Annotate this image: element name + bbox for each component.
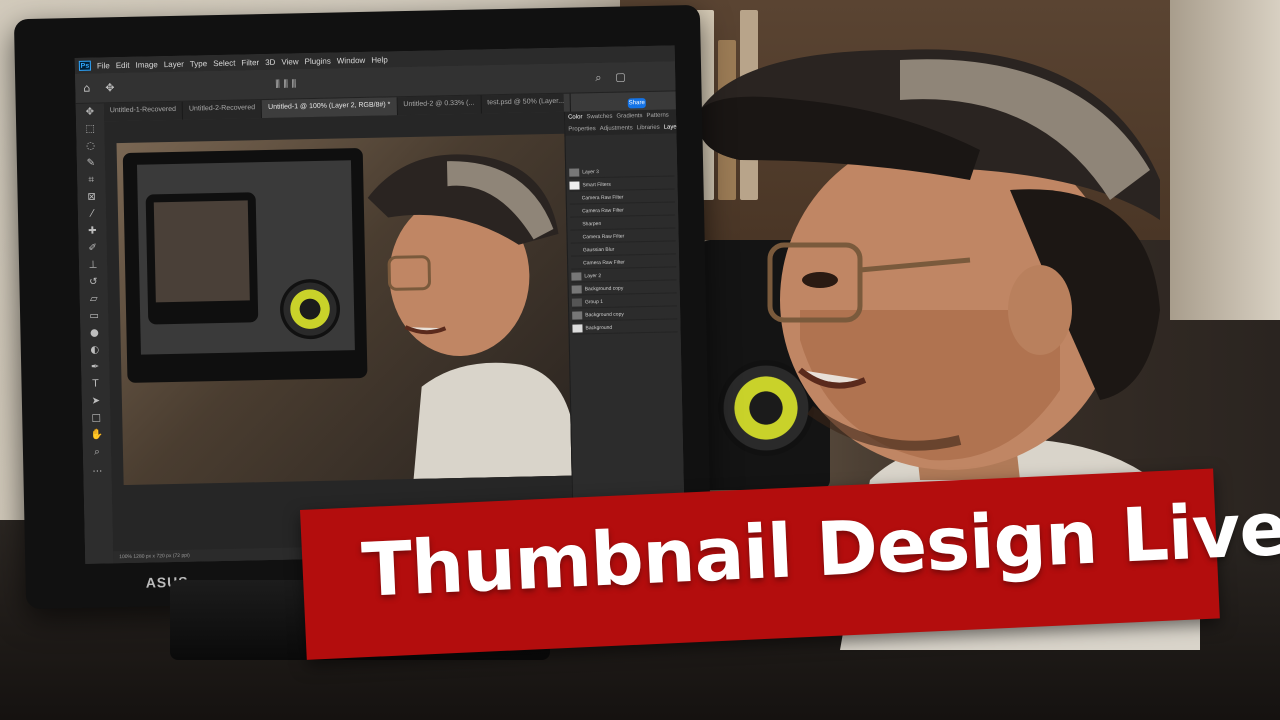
frame-tool-icon[interactable]: ⊠ — [77, 188, 105, 206]
layer-name: Background copy — [585, 311, 624, 318]
menu-window[interactable]: Window — [337, 55, 366, 65]
layer-row[interactable]: Background — [572, 320, 678, 335]
layer-name: Background — [585, 324, 613, 331]
layers-list: Layer 3 Smart Filters Camera Raw Filter … — [566, 164, 680, 335]
canvas-area — [104, 111, 574, 564]
layer-row[interactable]: Gaussian Blur — [570, 242, 676, 257]
menu-file[interactable]: File — [97, 61, 110, 70]
layer-row[interactable]: Layer 3 — [569, 164, 675, 179]
layer-name: Gaussian Blur — [582, 246, 615, 253]
layer-row[interactable]: Camera Raw Filter — [569, 190, 675, 205]
tab-libraries[interactable]: Libraries — [637, 125, 660, 131]
nested-monitor — [122, 147, 368, 383]
layer-thumbnail — [569, 167, 580, 177]
layer-name: Camera Raw Filter — [583, 259, 625, 266]
layer-thumbnail — [572, 310, 583, 320]
brush-icon[interactable]: ✐ — [79, 239, 107, 257]
text-tool-icon[interactable]: T — [81, 375, 109, 393]
hand-tool-icon[interactable]: ✋ — [82, 426, 110, 444]
shape-tool-icon[interactable]: □ — [82, 409, 110, 427]
tab-document[interactable]: Untitled-2-Recovered — [182, 100, 263, 120]
layer-thumbnail — [571, 284, 582, 294]
history-brush-icon[interactable]: ↺ — [79, 273, 107, 291]
menu-view[interactable]: View — [281, 57, 298, 66]
move-tool-icon[interactable]: ✥ — [105, 81, 114, 94]
layer-thumbnail — [572, 323, 583, 333]
tab-swatches[interactable]: Swatches — [586, 114, 612, 121]
more-tools-icon[interactable]: … — [83, 460, 111, 478]
layer-name: Layer 2 — [584, 272, 602, 279]
canvas-person — [367, 154, 572, 479]
dodge-tool-icon[interactable]: ◐ — [81, 341, 109, 359]
layer-row[interactable]: Sharpen — [570, 216, 676, 231]
move-tool-icon[interactable]: ✥ — [76, 103, 104, 121]
menu-plugins[interactable]: Plugins — [304, 56, 330, 66]
menu-type[interactable]: Type — [190, 59, 208, 68]
pen-tool-icon[interactable]: ✒ — [81, 358, 109, 376]
layer-name: Group 1 — [584, 298, 604, 305]
healing-brush-icon[interactable]: ✚ — [78, 222, 106, 240]
layer-name: Camera Raw Filter — [581, 194, 624, 201]
search-icon[interactable]: ⌕ — [595, 71, 601, 85]
document-canvas[interactable] — [116, 133, 572, 486]
workspace-icon[interactable]: ▢ — [615, 70, 626, 83]
layer-name: Camera Raw Filter — [582, 233, 625, 240]
menu-filter[interactable]: Filter — [241, 58, 259, 67]
layer-thumbnail — [571, 271, 582, 281]
gradient-tool-icon[interactable]: ▭ — [80, 307, 108, 325]
stamp-tool-icon[interactable]: ⊥ — [79, 256, 107, 274]
layer-name: Smart Filters — [582, 181, 611, 188]
tab-properties[interactable]: Properties — [568, 126, 595, 133]
right-panels: Color Swatches Gradients Patterns Proper… — [563, 109, 686, 554]
blur-tool-icon[interactable]: ● — [80, 324, 108, 342]
layer-name: Layer 3 — [582, 168, 599, 175]
layer-row[interactable]: Smart Filters — [569, 177, 675, 192]
tab-gradients[interactable]: Gradients — [616, 113, 642, 120]
nested-screen — [153, 200, 250, 303]
eraser-icon[interactable]: ▱ — [80, 290, 108, 308]
share-button[interactable]: Share — [627, 98, 646, 109]
photoshop-window: Ps File Edit Image Layer Type Select Fil… — [74, 45, 686, 564]
tab-document[interactable]: Untitled-2 @ 0.33% (... — [397, 95, 482, 116]
menu-select[interactable]: Select — [213, 58, 235, 67]
marquee-tool-icon[interactable]: ⬚ — [76, 120, 104, 138]
layer-row[interactable]: Group 1 — [571, 294, 678, 309]
crop-tool-icon[interactable]: ⌗ — [77, 171, 105, 189]
tab-document[interactable]: test.psd @ 50% (Layer... — [481, 93, 572, 114]
nested-monitor — [145, 192, 259, 325]
tab-adjustments[interactable]: Adjustments — [600, 125, 633, 132]
layer-name: Camera Raw Filter — [581, 207, 624, 214]
menu-layer[interactable]: Layer — [164, 59, 184, 68]
quick-select-icon[interactable]: ✎ — [77, 154, 105, 172]
folder-icon — [571, 297, 583, 307]
zoom-tool-icon[interactable]: ⌕ — [83, 443, 111, 461]
layer-thumbnail — [569, 180, 580, 190]
eyedropper-icon[interactable]: ⁄ — [78, 205, 106, 223]
menu-help[interactable]: Help — [371, 55, 388, 64]
layer-row[interactable]: Background copy — [571, 281, 677, 296]
photoshop-logo-icon: Ps — [78, 60, 91, 71]
menu-edit[interactable]: Edit — [116, 60, 130, 69]
layer-row[interactable]: Camera Raw Filter — [570, 229, 676, 244]
tab-layers[interactable]: Layers — [664, 124, 682, 130]
tab-document[interactable]: Untitled-1-Recovered — [103, 101, 184, 122]
layer-controls — [565, 133, 677, 165]
path-select-icon[interactable]: ➤ — [82, 392, 110, 410]
menu-image[interactable]: Image — [135, 60, 157, 69]
layer-name: Background copy — [584, 285, 624, 292]
home-icon[interactable]: ⌂ — [83, 82, 90, 95]
layer-row[interactable]: Layer 2 — [571, 268, 677, 283]
tab-color[interactable]: Color — [568, 114, 582, 120]
layer-row[interactable]: Camera Raw Filter — [569, 203, 676, 218]
align-icons[interactable]: ⫴ ⫴ ⫴ — [275, 77, 296, 91]
layer-row[interactable]: Camera Raw Filter — [571, 255, 677, 270]
layer-name: Sharpen — [582, 220, 602, 227]
menu-3d[interactable]: 3D — [265, 57, 275, 66]
layer-row[interactable]: Background copy — [572, 307, 678, 322]
tab-patterns[interactable]: Patterns — [646, 113, 668, 119]
lasso-tool-icon[interactable]: ◌ — [76, 137, 104, 155]
